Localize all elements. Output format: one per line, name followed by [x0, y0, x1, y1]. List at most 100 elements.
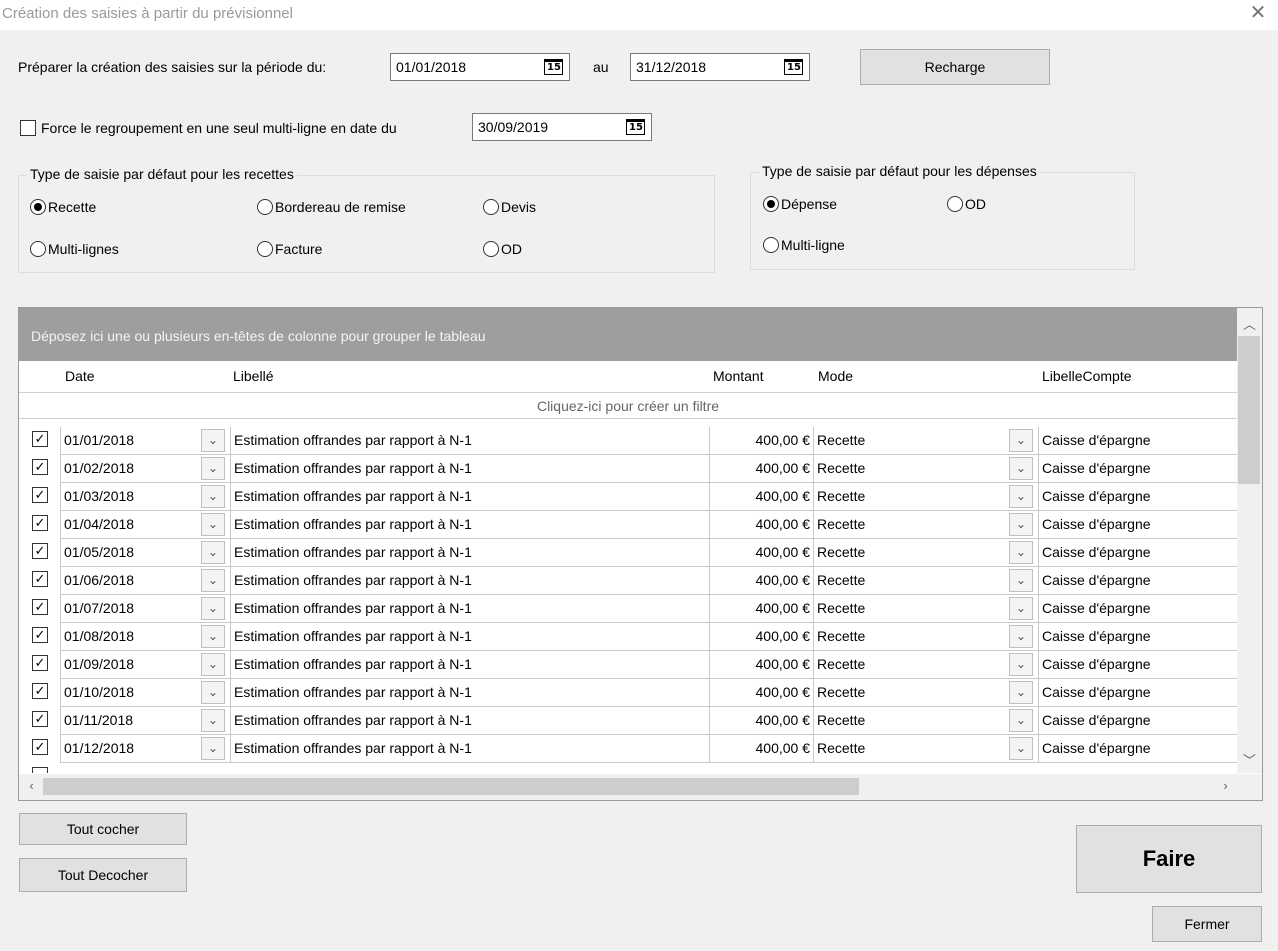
table-row[interactable]: ✓ 01/06/2018 ⌄ Estimation offrandes par rap…: [19, 567, 1237, 595]
cell-libelle[interactable]: Estimation offrandes par rapport à N-1: [230, 511, 709, 539]
row-checkbox-checked[interactable]: ✓: [32, 487, 48, 503]
row-checkbox[interactable]: [32, 767, 48, 773]
cell-date[interactable]: 01/07/2018 ⌄: [60, 595, 230, 623]
cell-date[interactable]: 01/09/2018 ⌄: [60, 651, 230, 679]
chevron-down-icon[interactable]: ⌄: [1009, 457, 1033, 480]
radio-recette[interactable]: Recette: [30, 199, 96, 215]
cell-mode[interactable]: Recette ⌄: [813, 539, 1038, 567]
cell-date[interactable]: 01/03/2018 ⌄: [60, 483, 230, 511]
chevron-down-icon[interactable]: ⌄: [201, 513, 225, 536]
cell-libellecompte[interactable]: Caisse d'épargne: [1038, 511, 1237, 539]
filter-row[interactable]: Cliquez-ici pour créer un filtre: [19, 392, 1237, 419]
chevron-down-icon[interactable]: ⌄: [201, 597, 225, 620]
cell-libellecompte[interactable]: Caisse d'épargne: [1038, 427, 1237, 455]
calendar-icon[interactable]: 15: [544, 59, 563, 75]
vertical-scroll-thumb[interactable]: [1238, 336, 1260, 484]
chevron-down-icon[interactable]: ⌄: [201, 541, 225, 564]
check-all-button[interactable]: Tout cocher: [19, 813, 187, 845]
scroll-left-icon[interactable]: ‹: [19, 778, 44, 793]
column-header-mode[interactable]: Mode: [818, 368, 853, 384]
cell-date[interactable]: 01/08/2018 ⌄: [60, 623, 230, 651]
cell-libelle[interactable]: Estimation offrandes par rapport à N-1: [230, 651, 709, 679]
uncheck-all-button[interactable]: Tout Decocher: [19, 858, 187, 892]
table-row[interactable]: ✓ 01/12/2018 ⌄ Estimation offrandes par rap…: [19, 735, 1237, 763]
radio-depense[interactable]: Dépense: [763, 196, 837, 212]
chevron-down-icon[interactable]: ⌄: [201, 681, 225, 704]
chevron-down-icon[interactable]: ⌄: [201, 457, 225, 480]
horizontal-scrollbar[interactable]: ‹ ›: [19, 774, 1262, 800]
date-to-field[interactable]: 31/12/2018 15: [630, 53, 810, 81]
cell-libellecompte[interactable]: Caisse d'épargne: [1038, 679, 1237, 707]
cell-mode[interactable]: Recette ⌄: [813, 455, 1038, 483]
table-row[interactable]: ✓ 01/02/2018 ⌄ Estimation offrandes par rap…: [19, 455, 1237, 483]
cell-mode[interactable]: Recette ⌄: [813, 651, 1038, 679]
chevron-down-icon[interactable]: ⌄: [1009, 513, 1033, 536]
row-checkbox-checked[interactable]: ✓: [32, 543, 48, 559]
cell-mode[interactable]: Recette ⌄: [813, 735, 1038, 763]
cell-montant[interactable]: 400,00 €: [709, 567, 813, 595]
group-by-area[interactable]: Déposez ici une ou plusieurs en-têtes de…: [19, 308, 1237, 361]
chevron-down-icon[interactable]: ⌄: [1009, 485, 1033, 508]
cell-mode[interactable]: Recette ⌄: [813, 483, 1038, 511]
cell-montant[interactable]: 400,00 €: [709, 455, 813, 483]
radio-facture[interactable]: Facture: [257, 241, 322, 257]
cell-libelle[interactable]: Estimation offrandes par rapport à N-1: [230, 679, 709, 707]
cell-libelle[interactable]: Estimation offrandes par rapport à N-1: [230, 735, 709, 763]
cell-date[interactable]: 01/05/2018 ⌄: [60, 539, 230, 567]
column-header-libelle[interactable]: Libellé: [233, 368, 273, 384]
cell-date[interactable]: 01/11/2018 ⌄: [60, 707, 230, 735]
table-row[interactable]: ✓ 01/07/2018 ⌄ Estimation offrandes par rap…: [19, 595, 1237, 623]
chevron-down-icon[interactable]: ⌄: [201, 709, 225, 732]
do-button[interactable]: Faire: [1076, 825, 1262, 893]
chevron-down-icon[interactable]: ⌄: [1009, 653, 1033, 676]
radio-od-recettes[interactable]: OD: [483, 241, 522, 257]
cell-montant[interactable]: 400,00 €: [709, 483, 813, 511]
row-checkbox-checked[interactable]: ✓: [32, 515, 48, 531]
table-row[interactable]: ✓ 01/11/2018 ⌄ Estimation offrandes par rap…: [19, 707, 1237, 735]
radio-multi-ligne[interactable]: Multi-ligne: [763, 237, 845, 253]
chevron-down-icon[interactable]: ⌄: [201, 485, 225, 508]
row-checkbox-checked[interactable]: ✓: [32, 571, 48, 587]
cell-libellecompte[interactable]: Caisse d'épargne: [1038, 455, 1237, 483]
cell-libelle[interactable]: Estimation offrandes par rapport à N-1: [230, 483, 709, 511]
row-checkbox-checked[interactable]: ✓: [32, 655, 48, 671]
cell-libelle[interactable]: Estimation offrandes par rapport à N-1: [230, 623, 709, 651]
column-header-libellecompte[interactable]: LibelleCompte: [1042, 368, 1132, 384]
table-row[interactable]: ✓ 01/04/2018 ⌄ Estimation offrandes par rap…: [19, 511, 1237, 539]
table-row[interactable]: ✓ 01/10/2018 ⌄ Estimation offrandes par rap…: [19, 679, 1237, 707]
table-row[interactable]: ✓ 01/09/2018 ⌄ Estimation offrandes par rap…: [19, 651, 1237, 679]
cell-libellecompte[interactable]: Caisse d'épargne: [1038, 651, 1237, 679]
cell-libelle[interactable]: Estimation offrandes par rapport à N-1: [230, 427, 709, 455]
scroll-up-icon[interactable]: ︿: [1237, 314, 1262, 333]
row-checkbox-checked[interactable]: ✓: [32, 431, 48, 447]
chevron-down-icon[interactable]: ⌄: [1009, 709, 1033, 732]
scroll-right-icon[interactable]: ›: [1213, 778, 1238, 793]
cell-date[interactable]: 01/10/2018 ⌄: [60, 679, 230, 707]
cell-mode[interactable]: Recette ⌄: [813, 707, 1038, 735]
cell-date[interactable]: 01/01/2018 ⌄: [60, 427, 230, 455]
cell-montant[interactable]: 400,00 €: [709, 651, 813, 679]
cell-libellecompte[interactable]: Caisse d'épargne: [1038, 539, 1237, 567]
cell-montant[interactable]: 400,00 €: [709, 595, 813, 623]
radio-od-depenses[interactable]: OD: [947, 196, 986, 212]
table-row[interactable]: ✓ 01/08/2018 ⌄ Estimation offrandes par rap…: [19, 623, 1237, 651]
reload-button[interactable]: Recharge: [860, 49, 1050, 85]
cell-libellecompte[interactable]: Caisse d'épargne: [1038, 735, 1237, 763]
cell-libelle[interactable]: Estimation offrandes par rapport à N-1: [230, 595, 709, 623]
cell-date[interactable]: 01/02/2018 ⌄: [60, 455, 230, 483]
chevron-down-icon[interactable]: ⌄: [1009, 597, 1033, 620]
table-row[interactable]: ✓ 01/01/2018 ⌄ Estimation offrandes par rap…: [19, 427, 1237, 455]
cell-montant[interactable]: 400,00 €: [709, 539, 813, 567]
cell-libellecompte[interactable]: Caisse d'épargne: [1038, 707, 1237, 735]
cell-mode[interactable]: Recette ⌄: [813, 595, 1038, 623]
calendar-icon[interactable]: 15: [626, 119, 645, 135]
chevron-down-icon[interactable]: ⌄: [201, 429, 225, 452]
cell-mode[interactable]: Recette ⌄: [813, 567, 1038, 595]
cell-libellecompte[interactable]: Caisse d'épargne: [1038, 483, 1237, 511]
cell-date[interactable]: 01/06/2018 ⌄: [60, 567, 230, 595]
row-checkbox-checked[interactable]: ✓: [32, 627, 48, 643]
cell-libelle[interactable]: Estimation offrandes par rapport à N-1: [230, 539, 709, 567]
radio-devis[interactable]: Devis: [483, 199, 536, 215]
row-checkbox-checked[interactable]: ✓: [32, 459, 48, 475]
chevron-down-icon[interactable]: ⌄: [1009, 737, 1033, 760]
